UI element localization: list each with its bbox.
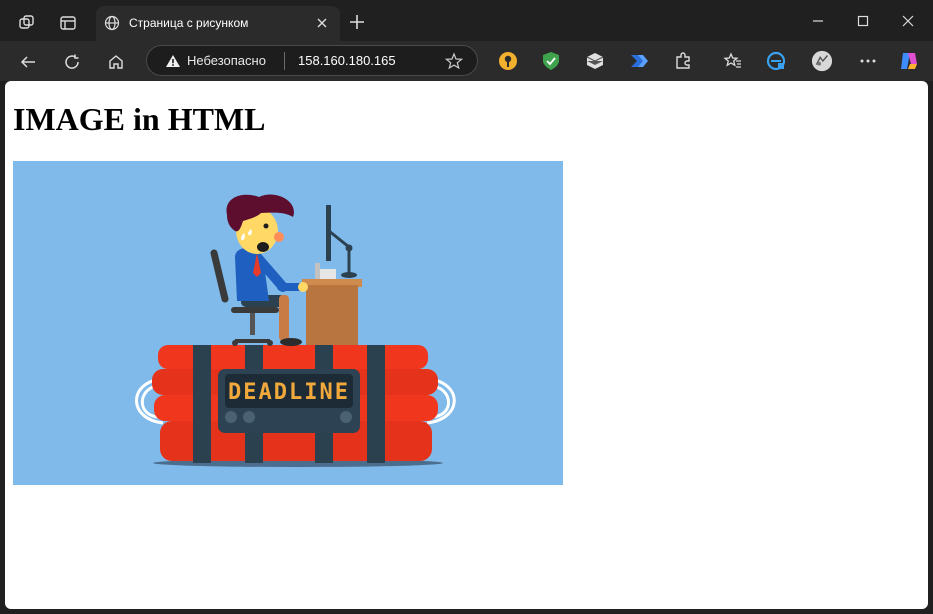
maximize-icon[interactable] — [841, 8, 885, 34]
copilot-icon[interactable] — [898, 50, 920, 72]
home-icon[interactable] — [101, 47, 131, 77]
minimize-icon[interactable] — [796, 8, 840, 34]
password-manager-extension-icon[interactable] — [497, 50, 519, 72]
title-bar: Страница с рисунком — [0, 0, 933, 41]
warning-icon[interactable] — [165, 54, 181, 68]
edge-extension-icon[interactable] — [765, 50, 787, 72]
security-status[interactable]: Небезопасно — [187, 53, 266, 68]
page-viewport: IMAGE in HTML DEADLINE — [5, 81, 928, 609]
address-divider — [284, 52, 285, 70]
url-text[interactable]: 158.160.180.165 — [298, 53, 396, 68]
profile-avatar-icon[interactable] — [811, 50, 833, 72]
back-arrow-icon[interactable] — [13, 47, 43, 77]
close-window-icon[interactable] — [886, 8, 930, 34]
globe-icon — [104, 15, 120, 31]
deadline-illustration: DEADLINE — [13, 161, 563, 485]
power-automate-extension-icon[interactable] — [628, 50, 650, 72]
page-heading: IMAGE in HTML — [13, 101, 266, 137]
favorites-icon[interactable] — [722, 50, 744, 72]
close-icon[interactable] — [314, 15, 330, 31]
tab-title: Страница с рисунком — [129, 16, 249, 30]
extensions-puzzle-icon[interactable] — [672, 50, 694, 72]
tab-actions-icon[interactable] — [53, 8, 83, 38]
toolbar: Небезопасно 158.160.180.165 — [0, 41, 933, 81]
shield-extension-icon[interactable] — [540, 50, 562, 72]
more-icon[interactable] — [857, 50, 879, 72]
cube-extension-icon[interactable] — [584, 50, 606, 72]
refresh-icon[interactable] — [57, 47, 87, 77]
star-icon[interactable] — [444, 52, 464, 70]
workspaces-icon[interactable] — [12, 8, 42, 38]
timer-display-text: DEADLINE — [228, 380, 350, 405]
tab-active[interactable]: Страница с рисунком — [96, 6, 340, 41]
plus-icon[interactable] — [346, 11, 368, 33]
address-bar[interactable]: Небезопасно 158.160.180.165 — [146, 45, 478, 76]
